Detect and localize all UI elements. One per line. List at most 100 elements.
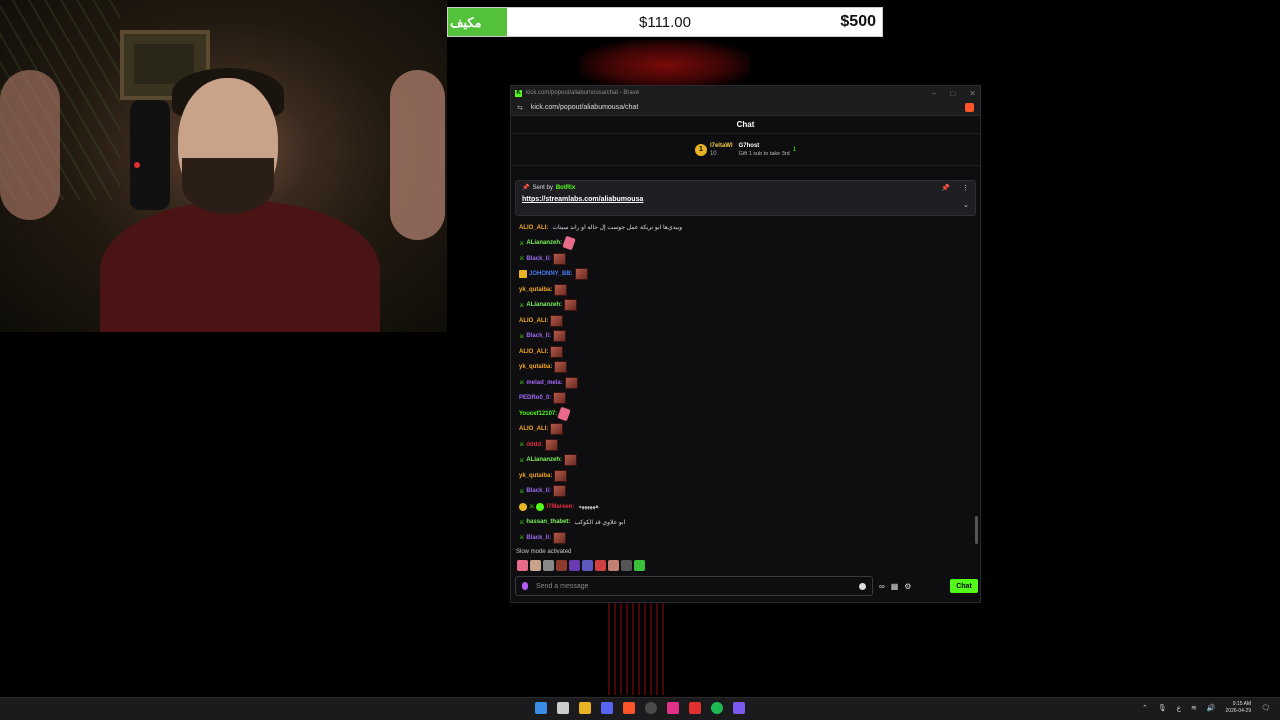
- chat-username[interactable]: JOHONNY_BB:: [529, 271, 573, 277]
- mic-tray-icon[interactable]: 🎙: [1158, 704, 1167, 712]
- app-icon[interactable]: [667, 702, 679, 714]
- minimize-icon[interactable]: –: [932, 89, 936, 98]
- chat-username[interactable]: ALIO_ALI:: [519, 426, 548, 432]
- message-input[interactable]: Send a message: [515, 576, 873, 596]
- webcam-feed: [0, 0, 447, 332]
- settings-icon[interactable]: ⚙: [904, 582, 911, 591]
- emote-icon[interactable]: [621, 560, 632, 571]
- file-explorer-icon[interactable]: [579, 702, 591, 714]
- emote-icon[interactable]: [595, 560, 606, 571]
- top-gifter-2[interactable]: G7host Gift 1 sub to take 3rd 1: [739, 143, 796, 157]
- chat-username[interactable]: Black_li:: [526, 333, 551, 339]
- chat-username[interactable]: melad_mela:: [526, 380, 562, 386]
- chat-message: ⚔ Black_li:: [519, 251, 974, 267]
- mic-icon[interactable]: [522, 582, 528, 590]
- url-text[interactable]: kick.com/popout/aliabumousa/chat: [531, 104, 638, 111]
- emote-icon[interactable]: [634, 560, 645, 571]
- chat-username[interactable]: ALiananzeh:: [526, 240, 562, 246]
- chat-username[interactable]: l7Mareen:: [546, 504, 574, 510]
- chat-username[interactable]: ALIO_ALI:: [519, 349, 548, 355]
- chat-username[interactable]: Black_li:: [526, 256, 551, 262]
- chat-username[interactable]: ALIO_ALI:: [519, 318, 548, 324]
- emote-icon: [564, 299, 578, 312]
- chat-username[interactable]: Black_li:: [526, 535, 551, 541]
- emote-icon: [557, 406, 572, 422]
- volume-icon[interactable]: 🔊: [1207, 704, 1216, 712]
- chat-messages: ALIO_ALI: ويبدي‌ها ابو تريكة عمل جوست إل …: [519, 220, 974, 550]
- app-icon[interactable]: [733, 702, 745, 714]
- crown-badge-icon: [519, 270, 527, 279]
- language-icon[interactable]: ع: [1177, 704, 1181, 712]
- bot-name[interactable]: BotRix: [556, 185, 575, 191]
- emote-icon[interactable]: [530, 560, 541, 571]
- more-options-icon[interactable]: ⋮: [962, 184, 969, 192]
- window-titlebar[interactable]: K kick.com/popout/aliabumousa/chat - Bra…: [511, 86, 980, 100]
- chat-message: ⚔ Black_li:: [519, 329, 974, 345]
- top-gifter-1[interactable]: 1 l7eltaWI 10: [694, 142, 733, 157]
- chat-username[interactable]: Youcef12107:: [519, 411, 557, 417]
- sub-badge-icon: ⚔: [519, 519, 525, 526]
- clock[interactable]: 9:15 AM 2026-04-29: [1226, 701, 1252, 715]
- wifi-icon[interactable]: ≋: [1191, 704, 1197, 712]
- chat-username[interactable]: yk_qutaiba:: [519, 364, 552, 370]
- chat-message: PEDRo0_0:: [519, 391, 974, 407]
- gifter-name: l7eltaWI: [709, 142, 733, 149]
- points-icon[interactable]: ∞: [879, 582, 885, 591]
- chat-username[interactable]: yk_qutaiba:: [519, 473, 552, 479]
- emote-icon[interactable]: [582, 560, 593, 571]
- notification-icon[interactable]: 🗨: [1261, 704, 1270, 712]
- send-chat-button[interactable]: Chat: [950, 579, 978, 593]
- maximize-icon[interactable]: □: [950, 89, 955, 98]
- emoji-icon[interactable]: [859, 582, 866, 590]
- chat-username[interactable]: ALIO_ALI:: [519, 225, 548, 231]
- chat-scrollbar[interactable]: [975, 516, 978, 544]
- chevron-down-icon[interactable]: ⌄: [963, 201, 969, 209]
- chevron-up-icon[interactable]: ⌃: [1142, 704, 1148, 712]
- emote-icon[interactable]: [569, 560, 580, 571]
- verified-badge-icon: [536, 502, 545, 511]
- site-info-icon[interactable]: ⇆: [517, 104, 523, 112]
- chat-username[interactable]: Black_li:: [526, 488, 551, 494]
- emote-icon: [553, 252, 567, 265]
- adobe-icon[interactable]: [689, 702, 701, 714]
- emote-icon: [545, 438, 559, 451]
- start-icon[interactable]: [535, 702, 547, 714]
- emote-icon[interactable]: [608, 560, 619, 571]
- chat-message: ⚔ ALiananzeh:: [519, 453, 974, 469]
- sub-badge-icon: ⚔: [519, 256, 525, 263]
- chair: [130, 100, 170, 210]
- spotify-icon[interactable]: [711, 702, 723, 714]
- store-icon[interactable]: ▦: [891, 582, 899, 591]
- background-glow-top: [580, 40, 750, 90]
- chat-username[interactable]: dddd:: [526, 442, 543, 448]
- chat-message: ⚔ dddd:: [519, 437, 974, 453]
- brave-shield-icon[interactable]: [965, 103, 974, 112]
- windows-taskbar: ⌃ 🎙 ع ≋ 🔊 9:15 AM 2026-04-29 🗨: [0, 697, 1280, 720]
- emote-icon[interactable]: [543, 560, 554, 571]
- obs-icon[interactable]: [645, 702, 657, 714]
- chat-username[interactable]: PEDRo0_0:: [519, 395, 551, 401]
- chat-input-row: Send a message ∞ ▦ ⚙ Chat: [515, 576, 978, 596]
- pinned-link[interactable]: https://streamlabs.com/aliabumousa: [522, 196, 969, 203]
- chat-username[interactable]: yk_qutaiba:: [519, 287, 552, 293]
- close-icon[interactable]: ✕: [969, 89, 976, 98]
- chat-username[interactable]: ALiananzeh:: [526, 302, 562, 308]
- chat-message: yk_qutaiba:: [519, 468, 974, 484]
- pinned-message: 📌 Sent by BotRix https://streamlabs.com/…: [515, 180, 976, 216]
- chat-message: ⚔ l7Mareen: ههههههه: [519, 499, 974, 515]
- calendar-icon[interactable]: [557, 702, 569, 714]
- brave-icon[interactable]: [623, 702, 635, 714]
- emote-icon[interactable]: [517, 560, 528, 571]
- discord-icon[interactable]: [601, 702, 613, 714]
- chat-message: ⚔ Black_li:: [519, 484, 974, 500]
- chat-message: ALIO_ALI:: [519, 422, 974, 438]
- sub-badge-icon: ⚔: [519, 240, 525, 247]
- rank-badge: 1: [694, 143, 707, 156]
- chat-username[interactable]: hassan_thabet:: [526, 519, 570, 525]
- emote-icon: [553, 485, 567, 498]
- address-bar[interactable]: ⇆ kick.com/popout/aliabumousa/chat: [511, 100, 980, 116]
- emote-icon[interactable]: [556, 560, 567, 571]
- chat-username[interactable]: ALiananzeh:: [526, 457, 562, 463]
- sub-badge-icon: ⚔: [519, 380, 525, 387]
- unpin-icon[interactable]: 📌: [941, 184, 950, 192]
